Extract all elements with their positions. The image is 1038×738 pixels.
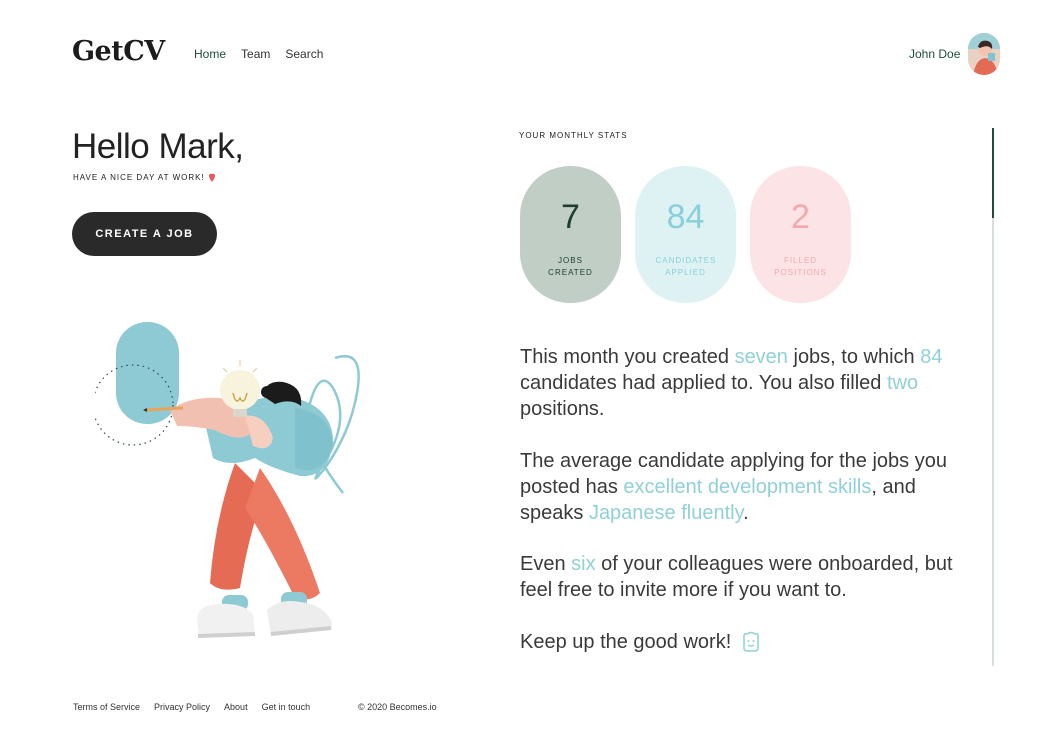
summary-paragraph-closing: Keep up the good work!: [520, 629, 960, 655]
summary-paragraph-jobs: This month you created seven jobs, to wh…: [520, 344, 960, 422]
highlight: excellent development skills: [623, 476, 872, 498]
greeting-title: Hello Mark,: [72, 127, 244, 166]
highlight: two: [886, 372, 919, 394]
nav-home[interactable]: Home: [194, 47, 226, 61]
heart-icon: [208, 173, 215, 182]
text: candidates had applied to. You also fill…: [520, 372, 887, 394]
person-with-lightbulb-illustration: [92, 318, 395, 648]
stat-label: CANDIDATES APPLIED: [655, 256, 717, 277]
text: This month you created: [520, 346, 735, 368]
stat-jobs-created[interactable]: 7 JOBS CREATED: [520, 166, 621, 303]
highlight: Japanese fluently: [588, 502, 744, 524]
scrollbar-thumb[interactable]: [992, 128, 994, 218]
greeting-subtitle-row: HAVE A NICE DAY AT WORK!: [73, 173, 215, 182]
scrollbar[interactable]: [992, 128, 994, 666]
user-name[interactable]: John Doe: [909, 47, 960, 61]
stat-label: FILLED POSITIONS: [774, 256, 827, 277]
stat-value: 2: [791, 198, 810, 236]
text: jobs, to which: [787, 346, 921, 368]
stat-value: 7: [561, 198, 580, 236]
copyright: © 2020 Becomes.io: [358, 702, 437, 712]
footer-link-terms[interactable]: Terms of Service: [73, 702, 140, 712]
stats-title: YOUR MONTHLY STATS: [519, 131, 628, 140]
text: positions.: [520, 398, 605, 420]
greeting-subtitle: HAVE A NICE DAY AT WORK!: [73, 173, 205, 182]
nav-team[interactable]: Team: [241, 47, 270, 61]
highlight: six: [571, 553, 596, 575]
summary-paragraph-candidates: The average candidate applying for the j…: [520, 448, 960, 526]
footer-links: Terms of Service Privacy Policy About Ge…: [73, 702, 310, 712]
avatar[interactable]: [968, 33, 1000, 75]
highlight: 84: [920, 346, 943, 368]
stat-candidates-applied[interactable]: 84 CANDIDATES APPLIED: [635, 166, 736, 303]
stat-filled-positions[interactable]: 2 FILLED POSITIONS: [750, 166, 851, 303]
text: .: [743, 502, 749, 524]
logo[interactable]: GetCV: [72, 36, 165, 67]
stat-value: 84: [666, 198, 705, 236]
summary-paragraph-colleagues: Even six of your colleagues were onboard…: [520, 551, 960, 603]
text: Keep up the good work!: [520, 631, 732, 653]
footer-link-contact[interactable]: Get in touch: [262, 702, 311, 712]
text: Even: [520, 553, 572, 575]
highlight: seven: [734, 346, 788, 368]
main-nav: Home Team Search: [194, 47, 323, 61]
create-job-button[interactable]: CREATE A JOB: [72, 212, 217, 256]
nav-search[interactable]: Search: [285, 47, 323, 61]
footer-link-privacy[interactable]: Privacy Policy: [154, 702, 210, 712]
smile-icon: [739, 630, 763, 654]
footer-link-about[interactable]: About: [224, 702, 248, 712]
stat-label: JOBS CREATED: [548, 256, 593, 277]
